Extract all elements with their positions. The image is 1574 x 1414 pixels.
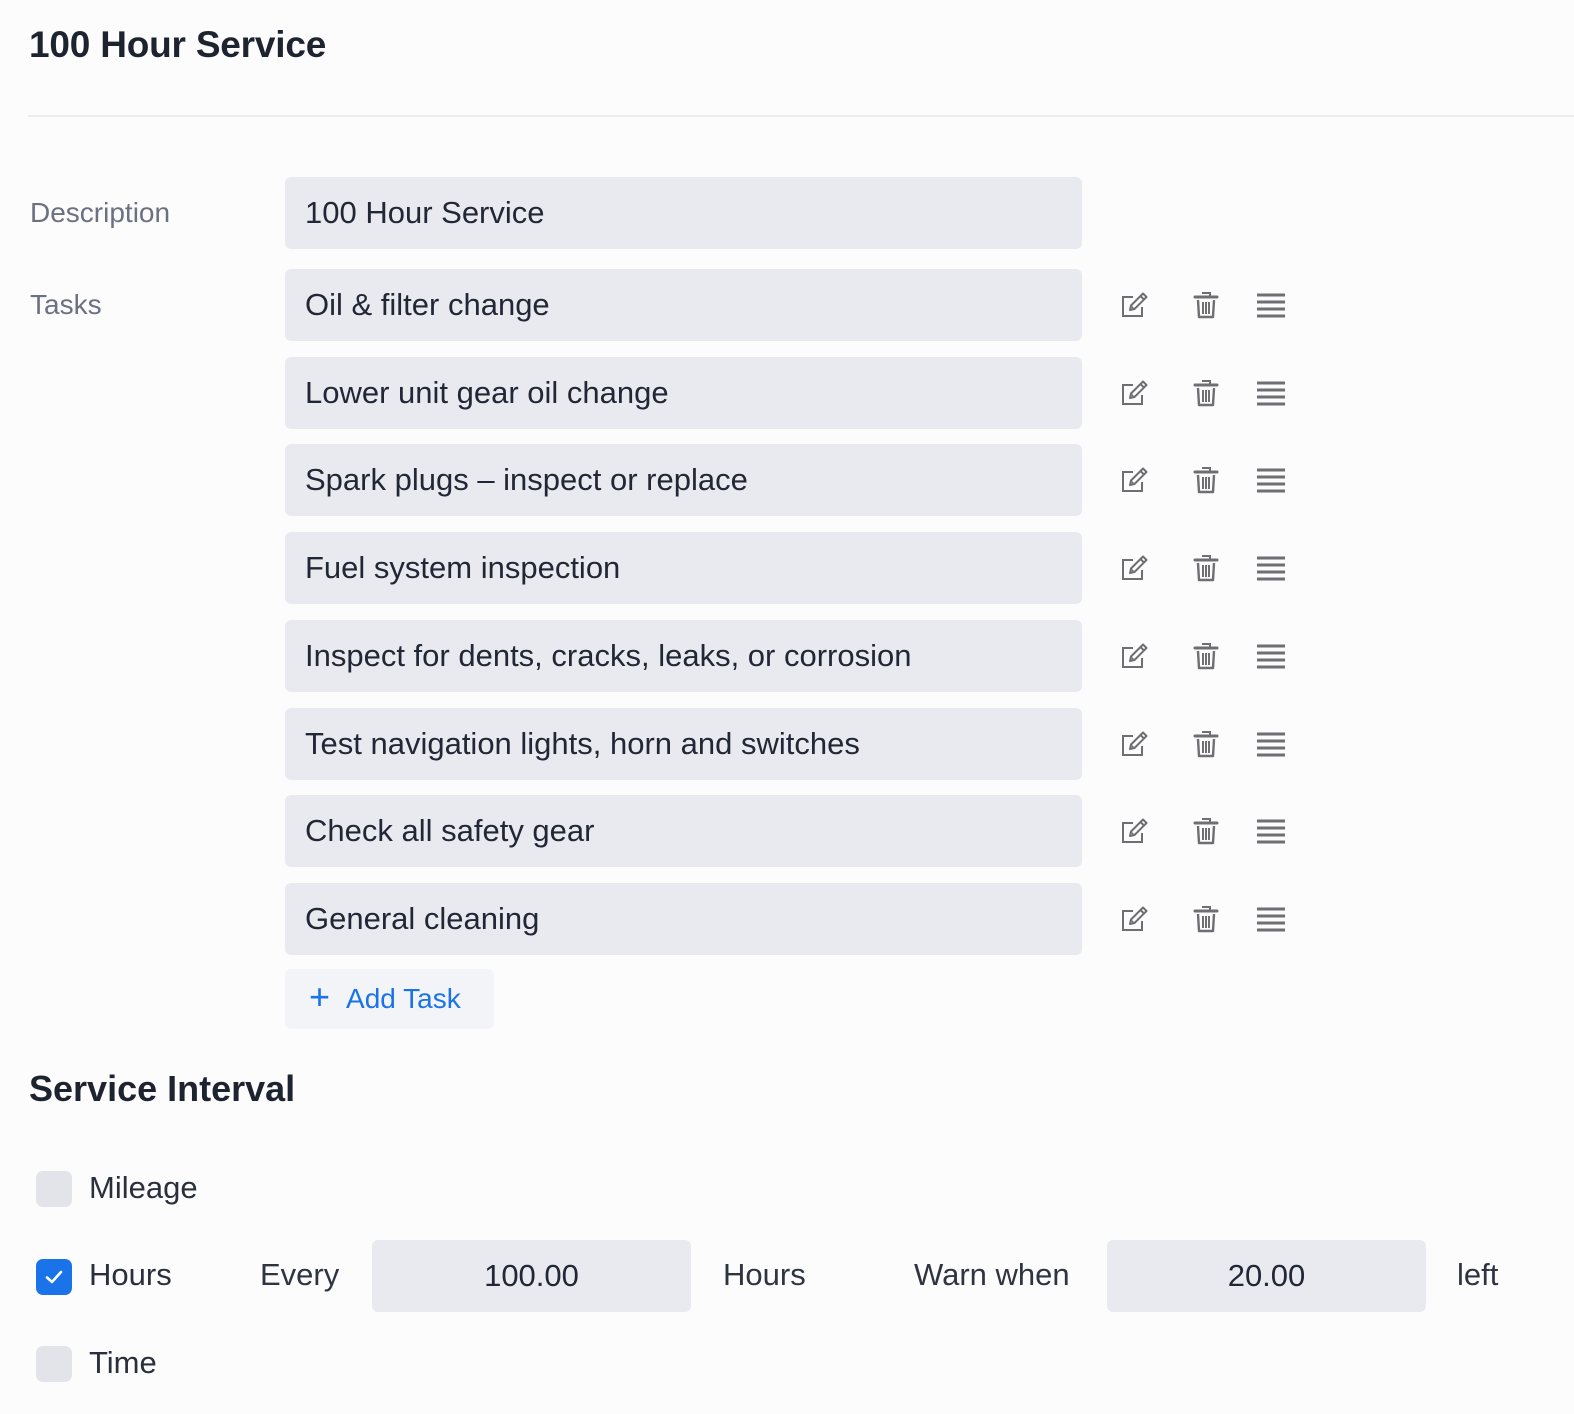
- task-actions: [1110, 532, 1300, 604]
- edit-icon[interactable]: [1116, 638, 1152, 674]
- task-actions: [1110, 620, 1300, 692]
- trash-icon[interactable]: [1188, 726, 1224, 762]
- task-actions: [1110, 357, 1300, 429]
- task-input[interactable]: Lower unit gear oil change: [285, 357, 1082, 429]
- warn-when-label: Warn when: [914, 1257, 1070, 1292]
- checkmark-icon: [45, 1270, 63, 1284]
- service-interval-title: Service Interval: [29, 1068, 296, 1109]
- description-input[interactable]: 100 Hour Service: [285, 177, 1082, 249]
- trash-icon[interactable]: [1188, 813, 1224, 849]
- task-actions: [1110, 795, 1300, 867]
- drag-handle-icon[interactable]: [1253, 462, 1289, 498]
- hours-label: Hours: [89, 1257, 172, 1292]
- trash-icon[interactable]: [1188, 462, 1224, 498]
- edit-icon[interactable]: [1116, 726, 1152, 762]
- drag-handle-icon[interactable]: [1253, 287, 1289, 323]
- unit-label: Hours: [723, 1257, 806, 1292]
- mileage-label: Mileage: [89, 1170, 198, 1205]
- plus-icon: +: [309, 976, 331, 1017]
- task-input[interactable]: Check all safety gear: [285, 795, 1082, 867]
- trash-icon[interactable]: [1188, 287, 1224, 323]
- page-title: 100 Hour Service: [29, 24, 327, 65]
- task-input[interactable]: Fuel system inspection: [285, 532, 1082, 604]
- drag-handle-icon[interactable]: [1253, 901, 1289, 937]
- drag-handle-icon[interactable]: [1253, 726, 1289, 762]
- edit-icon[interactable]: [1116, 462, 1152, 498]
- tasks-label: Tasks: [30, 289, 102, 320]
- trash-icon[interactable]: [1188, 901, 1224, 937]
- task-input[interactable]: Inspect for dents, cracks, leaks, or cor…: [285, 620, 1082, 692]
- task-actions: [1110, 444, 1300, 516]
- drag-handle-icon[interactable]: [1253, 813, 1289, 849]
- trash-icon[interactable]: [1188, 550, 1224, 586]
- time-checkbox[interactable]: [36, 1346, 72, 1382]
- edit-icon[interactable]: [1116, 813, 1152, 849]
- drag-handle-icon[interactable]: [1253, 375, 1289, 411]
- left-label: left: [1457, 1257, 1499, 1292]
- edit-icon[interactable]: [1116, 287, 1152, 323]
- edit-icon[interactable]: [1116, 375, 1152, 411]
- every-value-input[interactable]: 100.00: [372, 1240, 691, 1312]
- every-label: Every: [260, 1257, 340, 1292]
- drag-handle-icon[interactable]: [1253, 638, 1289, 674]
- task-actions: [1110, 883, 1300, 955]
- add-task-label: Add Task: [346, 983, 461, 1014]
- task-actions: [1110, 708, 1300, 780]
- task-input[interactable]: General cleaning: [285, 883, 1082, 955]
- edit-icon[interactable]: [1116, 901, 1152, 937]
- task-input[interactable]: Oil & filter change: [285, 269, 1082, 341]
- drag-handle-icon[interactable]: [1253, 550, 1289, 586]
- task-input[interactable]: Spark plugs – inspect or replace: [285, 444, 1082, 516]
- hours-checkbox[interactable]: [36, 1259, 72, 1295]
- task-input[interactable]: Test navigation lights, horn and switche…: [285, 708, 1082, 780]
- header-divider: [28, 115, 1574, 117]
- warn-value-input[interactable]: 20.00: [1107, 1240, 1426, 1312]
- mileage-checkbox[interactable]: [36, 1171, 72, 1207]
- time-label: Time: [89, 1345, 157, 1380]
- add-task-button[interactable]: + Add Task: [285, 969, 494, 1029]
- trash-icon[interactable]: [1188, 638, 1224, 674]
- trash-icon[interactable]: [1188, 375, 1224, 411]
- task-actions: [1110, 269, 1300, 341]
- description-label: Description: [30, 197, 171, 228]
- edit-icon[interactable]: [1116, 550, 1152, 586]
